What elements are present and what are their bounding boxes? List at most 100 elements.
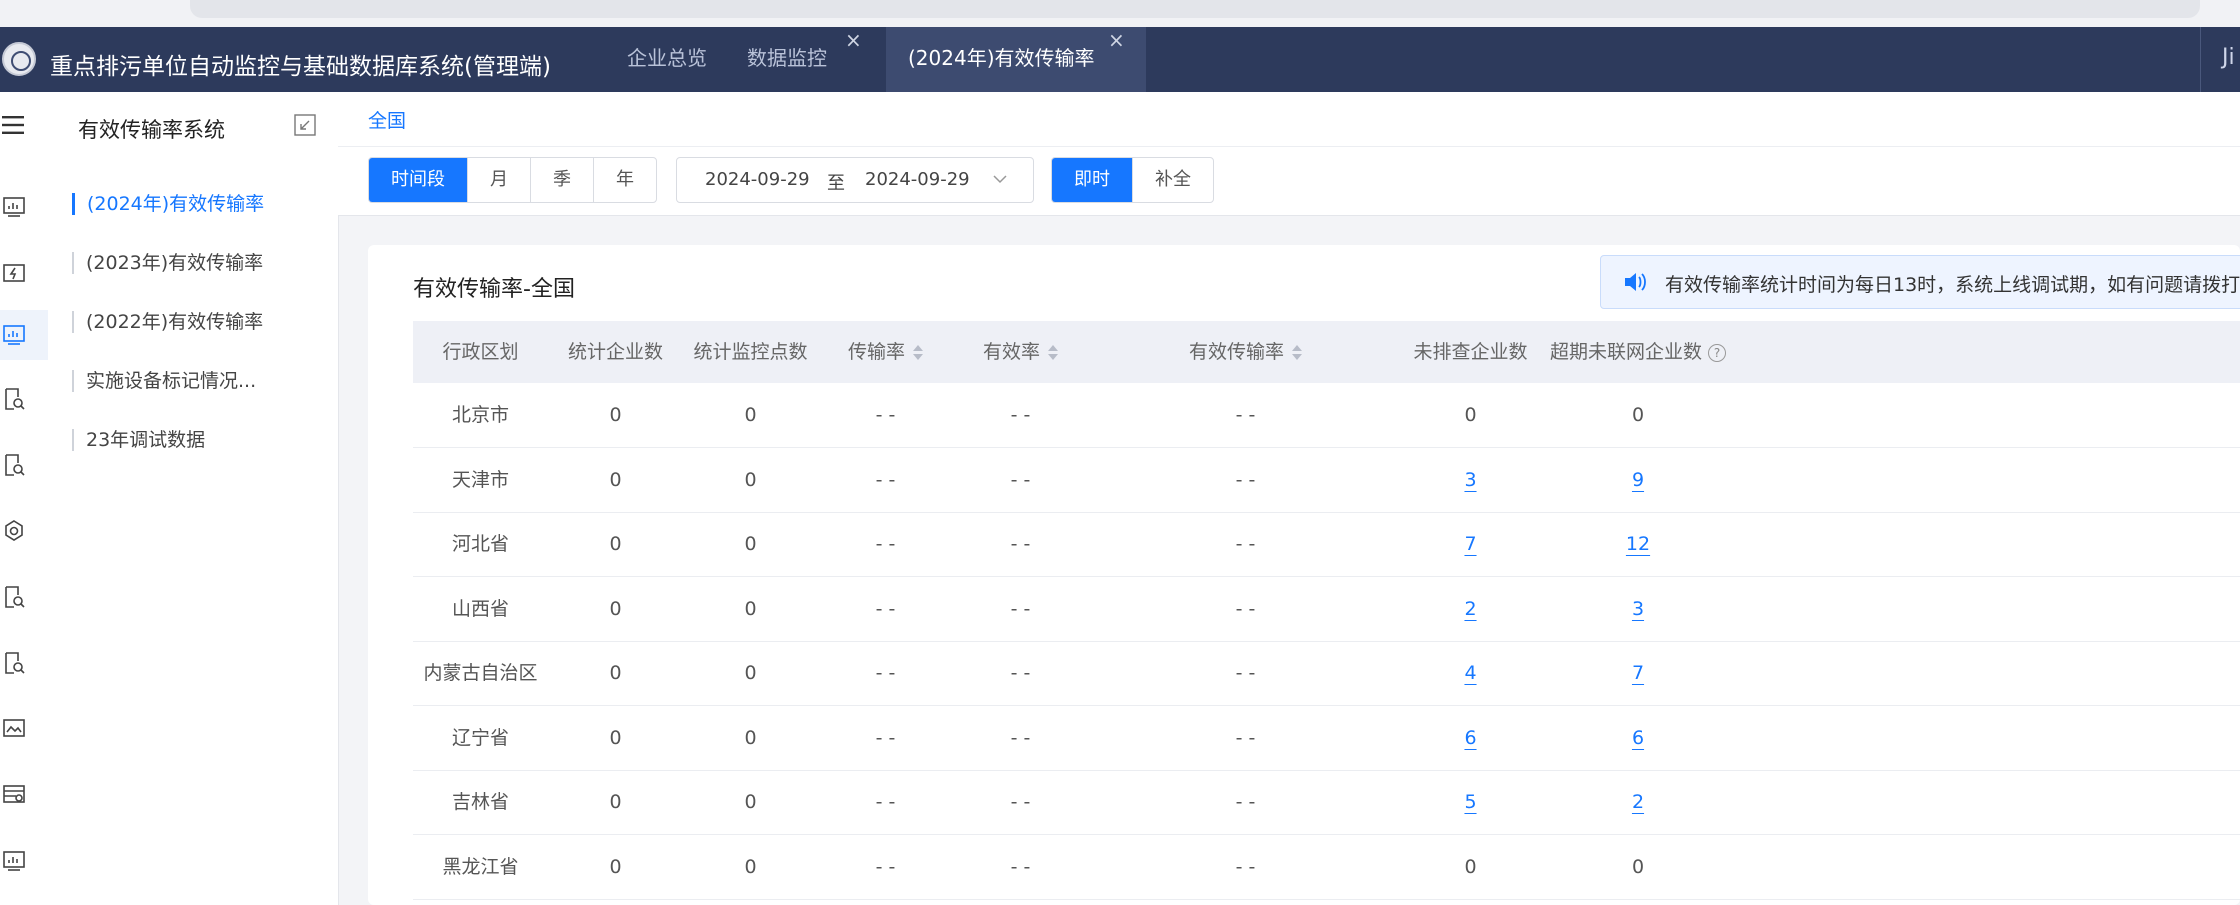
bar-chart-icon <box>3 325 25 345</box>
cell-valid-transfer-rate: - - <box>1235 468 1256 491</box>
cell-unchecked[interactable]: 7 <box>1403 512 1538 576</box>
app-title: 重点排污单位自动监控与基础数据库系统(管理端) <box>50 54 551 80</box>
column-header-valid-rate[interactable]: 有效率 <box>953 321 1088 383</box>
doc-search-icon <box>5 454 25 476</box>
tab-overview[interactable]: 企业总览 <box>602 27 732 92</box>
cell-transfer-rate: - - <box>875 468 896 491</box>
notice-banner: 有效传输率统计时间为每日13时，系统上线调试期，如有问题请拨打 <box>1600 255 2240 309</box>
collapse-icon[interactable] <box>294 114 316 136</box>
cell-valid-rate: - - <box>1010 855 1031 878</box>
column-header-label: 有效传输率 <box>1188 341 1284 363</box>
column-header-valid-transfer-rate[interactable]: 有效传输率 <box>1088 321 1403 383</box>
user-menu[interactable]: Ji <box>2222 45 2235 70</box>
sidebar-item-device-marking[interactable]: 实施设备标记情况... <box>72 370 256 392</box>
tab-close-icon[interactable]: × <box>845 9 862 71</box>
cell-valid-transfer-rate: - - <box>1235 855 1256 878</box>
cell-unchecked[interactable]: 6 <box>1403 706 1538 770</box>
app-header: 重点排污单位自动监控与基础数据库系统(管理端) 企业总览 数据监控 × (202… <box>0 27 2240 92</box>
cell-region: 黑龙江省 <box>442 855 519 878</box>
cell-valid-transfer-rate: - - <box>1235 533 1256 555</box>
cell-companies: 0 <box>609 855 622 878</box>
sort-icon[interactable] <box>913 344 923 362</box>
rail-item-lightning[interactable] <box>0 248 48 298</box>
tab-data-monitor[interactable]: 数据监控 × <box>732 27 884 92</box>
rail-item-search-doc-2[interactable] <box>0 440 48 490</box>
doc-search-icon <box>5 586 25 608</box>
sidebar-item-debug-data[interactable]: 23年调试数据 <box>72 429 205 451</box>
cell-unchecked[interactable]: 4 <box>1403 641 1538 705</box>
header-divider <box>2200 27 2201 92</box>
cell-overdue[interactable]: 3 <box>1538 577 1738 641</box>
rail-item-search-doc-1[interactable] <box>0 374 48 424</box>
mode-selector: 即时 补全 <box>1051 157 1214 203</box>
icon-rail <box>0 92 49 905</box>
app-logo <box>2 42 36 76</box>
period-option-month[interactable]: 月 <box>468 158 531 202</box>
rail-item-image-doc[interactable] <box>0 704 48 754</box>
cell-overdue: 0 <box>1631 404 1645 426</box>
doc-search-icon <box>5 388 25 410</box>
cell-companies: 0 <box>609 533 622 555</box>
rail-item-search-doc-4[interactable] <box>0 638 48 688</box>
tab-close-icon[interactable]: × <box>1108 9 1125 71</box>
cell-region: 山西省 <box>451 597 509 620</box>
cell-valid-transfer-rate: - - <box>1235 726 1256 749</box>
cell-points: 0 <box>744 726 757 749</box>
cell-unchecked: 0 <box>1464 404 1477 426</box>
cell-transfer-rate: - - <box>875 597 896 620</box>
module-sidebar: 有效传输率系统 (2024年)有效传输率 (2023年)有效传输率 (2022年… <box>48 92 339 905</box>
cell-unchecked[interactable]: 2 <box>1403 577 1538 641</box>
sidebar-item-2022[interactable]: (2022年)有效传输率 <box>72 311 263 333</box>
rail-item-transfer-rate[interactable] <box>0 310 48 360</box>
cell-points: 0 <box>744 468 757 491</box>
cell-companies: 0 <box>609 726 622 749</box>
tab-transfer-rate-2024[interactable]: (2024年)有效传输率 × <box>886 27 1146 92</box>
column-header-points: 统计监控点数 <box>693 341 808 363</box>
rail-item-search-doc-3[interactable] <box>0 572 48 622</box>
rail-item-monitor[interactable] <box>0 836 48 886</box>
sidebar-item-2023[interactable]: (2023年)有效传输率 <box>72 252 263 274</box>
help-icon[interactable]: ? <box>1708 343 1726 362</box>
address-bar[interactable] <box>190 0 2200 18</box>
cell-unchecked[interactable]: 3 <box>1403 448 1538 512</box>
cell-unchecked[interactable]: 5 <box>1403 770 1538 834</box>
period-option-quarter[interactable]: 季 <box>531 158 594 202</box>
mode-option-backfill[interactable]: 补全 <box>1133 158 1213 202</box>
monitor-chart-icon <box>3 851 25 871</box>
table-header: 行政区划 统计企业数 统计监控点数 传输率 有效率 有效传输率 未排查企业数 超… <box>413 321 2240 383</box>
cell-overdue[interactable]: 7 <box>1538 641 1738 705</box>
cell-overdue[interactable]: 12 <box>1538 512 1738 576</box>
cell-region: 内蒙古自治区 <box>423 662 538 684</box>
date-end: 2024-09-29 <box>865 169 970 190</box>
cell-transfer-rate: - - <box>875 533 896 555</box>
cell-overdue[interactable]: 9 <box>1538 448 1738 512</box>
breadcrumb[interactable]: 全国 <box>368 106 406 133</box>
table-row: 北京市 0 0 - - - - - - 0 0 <box>413 383 2240 448</box>
rail-item-chart[interactable] <box>0 182 48 232</box>
cell-valid-transfer-rate: - - <box>1235 662 1256 684</box>
cell-points: 0 <box>744 597 757 620</box>
mode-option-realtime[interactable]: 即时 <box>1052 158 1133 202</box>
card-title: 有效传输率-全国 <box>413 277 575 302</box>
cell-overdue[interactable]: 6 <box>1538 706 1738 770</box>
rail-item-gear-search[interactable] <box>0 506 48 556</box>
sort-icon[interactable] <box>1292 344 1302 362</box>
table-row: 黑龙江省 0 0 - - - - - - 0 0 <box>413 835 2240 900</box>
column-header-transfer-rate[interactable]: 传输率 <box>818 321 953 383</box>
cell-region: 北京市 <box>451 404 509 426</box>
table-row: 吉林省 0 0 - - - - - - 52 <box>413 770 2240 835</box>
cell-companies: 0 <box>609 597 622 620</box>
sidebar-item-2024[interactable]: (2024年)有效传输率 <box>72 193 264 215</box>
date-range-picker[interactable]: 2024-09-29 至 2024-09-29 <box>676 157 1034 203</box>
cell-transfer-rate: - - <box>875 726 896 749</box>
cell-unchecked: 0 <box>1464 855 1477 878</box>
menu-icon[interactable] <box>2 116 24 134</box>
column-header-companies: 统计企业数 <box>567 341 663 363</box>
chart-icon <box>3 197 25 217</box>
cell-overdue[interactable]: 2 <box>1538 770 1738 834</box>
period-option-range[interactable]: 时间段 <box>369 158 468 202</box>
period-option-year[interactable]: 年 <box>594 158 656 202</box>
table-gear-icon <box>3 785 25 803</box>
rail-item-table-gear[interactable] <box>0 770 48 820</box>
sort-icon[interactable] <box>1048 344 1058 362</box>
